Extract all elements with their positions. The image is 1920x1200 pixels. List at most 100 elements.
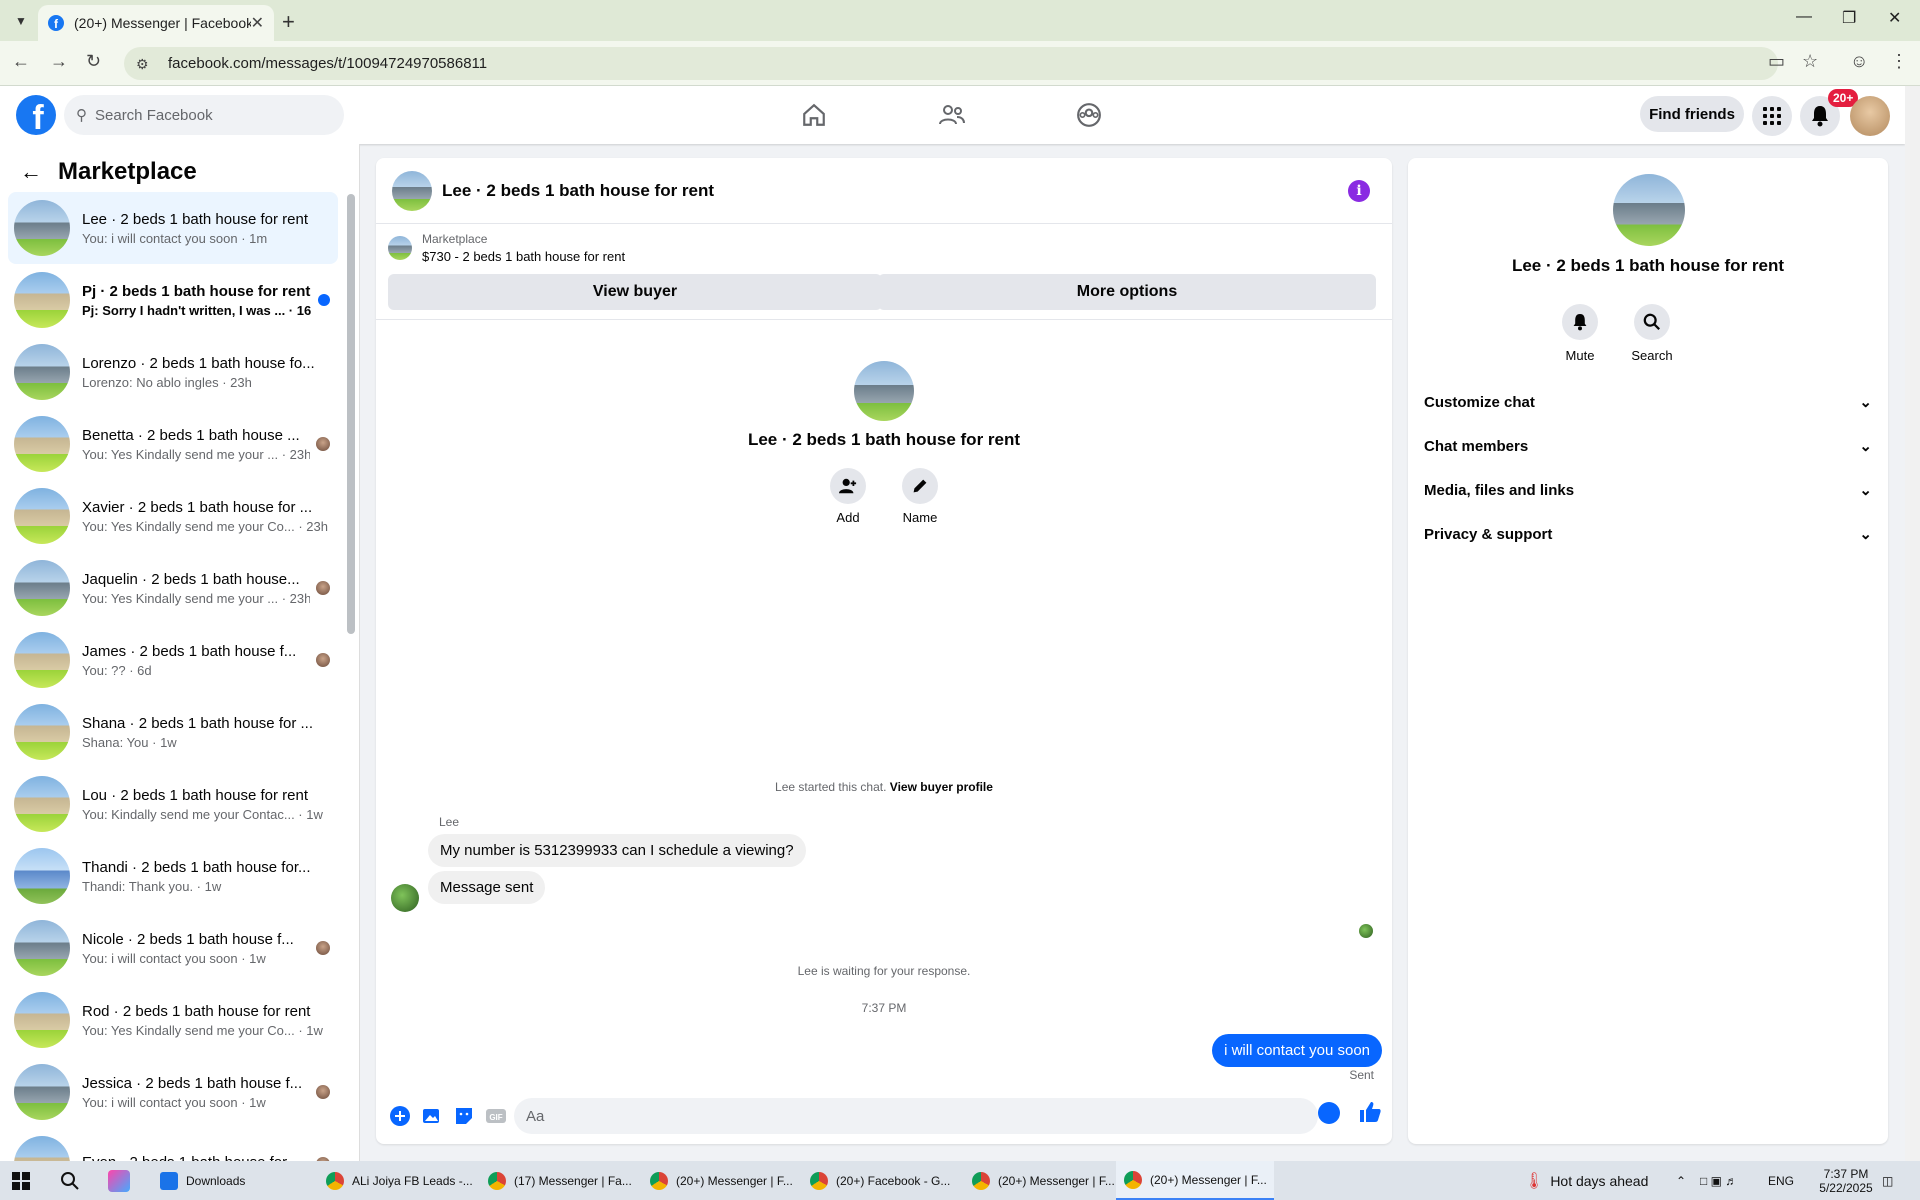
chat-members-section[interactable]: Chat members ⌄ <box>1424 424 1872 468</box>
svg-text:GIF: GIF <box>489 1113 502 1122</box>
menu-grid-icon[interactable] <box>1752 96 1792 136</box>
conversation-name: James · 2 beds 1 bath house f... <box>82 642 297 660</box>
minimize-button[interactable]: — <box>1796 8 1812 26</box>
conversation-item[interactable]: Benetta · 2 beds 1 bath house ... You: Ye… <box>8 408 338 480</box>
clock[interactable]: 7:37 PM 5/22/2025 <box>1806 1161 1886 1200</box>
install-app-icon[interactable]: ▭ <box>1768 51 1785 72</box>
conversation-thumbnail <box>14 560 70 616</box>
taskbar-chrome-window[interactable]: (17) Messenger | Fa... <box>480 1161 638 1200</box>
incoming-message[interactable]: My number is 5312399933 can I schedule a… <box>428 834 806 867</box>
conversation-item[interactable]: Lou · 2 beds 1 bath house for rent You: K… <box>8 768 338 840</box>
chat-avatar[interactable] <box>392 170 432 211</box>
account-avatar[interactable] <box>1850 96 1890 136</box>
conversation-item[interactable]: Jaquelin · 2 beds 1 bath house... You: Ye… <box>8 552 338 624</box>
conversation-item[interactable]: Xavier · 2 beds 1 bath house for ... You:… <box>8 480 338 552</box>
thumbs-up-icon[interactable] <box>1358 1100 1382 1129</box>
conversation-name: Pj · 2 beds 1 bath house for rent <box>82 282 311 300</box>
clock-time: 7:37 PM <box>1823 1166 1869 1181</box>
browser-menu-icon[interactable]: ⋮ <box>1890 51 1908 72</box>
search-facebook-input[interactable]: ⚲ Search Facebook <box>64 95 344 135</box>
find-friends-button[interactable]: Find friends <box>1640 96 1744 132</box>
reload-icon[interactable]: ↻ <box>86 51 101 72</box>
tray-icons[interactable]: □ ▣ ♬ <box>1700 1161 1737 1200</box>
page-scrollbar[interactable] <box>1905 86 1920 1161</box>
outgoing-message[interactable]: i will contact you soon <box>1212 1034 1382 1067</box>
taskbar-chrome-window[interactable]: (20+) Messenger | F... <box>964 1161 1122 1200</box>
sender-name: Lee <box>439 815 460 829</box>
sidebar-scrollbar[interactable] <box>347 194 355 634</box>
taskbar-chrome-window[interactable]: ALi Joiya FB Leads -... <box>318 1161 476 1200</box>
incoming-message[interactable]: Message sent <box>428 871 546 904</box>
mute-button[interactable]: Mute <box>1550 304 1610 363</box>
home-nav-icon[interactable] <box>794 98 834 132</box>
language-indicator[interactable]: ENG <box>1768 1161 1794 1200</box>
gif-icon[interactable]: GIF <box>482 1102 510 1130</box>
active-browser-tab[interactable]: f (20+) Messenger | Facebook ✕ <box>38 5 274 41</box>
name-button[interactable]: Name <box>890 468 950 525</box>
conversation-item[interactable]: Lee · 2 beds 1 bath house for rent You: i… <box>8 192 338 264</box>
plus-circle-icon[interactable] <box>386 1102 414 1130</box>
site-info-icon[interactable]: ⚙ <box>136 56 152 72</box>
message-input[interactable]: Aa <box>514 1098 1318 1134</box>
close-window-button[interactable]: ✕ <box>1888 8 1901 28</box>
address-bar[interactable]: ⚙ facebook.com/messages/t/10094724970586… <box>124 47 1778 80</box>
conversation-snippet: Lorenzo: No ablo ingles · 23h <box>82 374 252 390</box>
profile-icon[interactable]: ☺ <box>1850 51 1868 72</box>
message-input-placeholder: Aa <box>526 1107 545 1125</box>
search-icon: ⚲ <box>76 107 87 124</box>
conversation-item[interactable]: Nicole · 2 beds 1 bath house f... You: i … <box>8 912 338 984</box>
friends-nav-icon[interactable] <box>932 98 972 132</box>
taskbar-app-icon[interactable] <box>108 1161 130 1200</box>
view-buyer-profile-link[interactable]: View buyer profile <box>890 780 993 794</box>
groups-nav-icon[interactable] <box>1069 98 1109 132</box>
view-buyer-button[interactable]: View buyer <box>388 274 882 310</box>
media-files-links-section[interactable]: Media, files and links ⌄ <box>1424 468 1872 512</box>
restore-button[interactable]: ❐ <box>1842 8 1856 28</box>
windows-start-icon[interactable] <box>12 1161 30 1200</box>
conversation-thumbnail <box>14 920 70 976</box>
conversation-thumbnail <box>14 272 70 328</box>
back-arrow-icon[interactable]: ← <box>12 51 30 72</box>
sticker-icon[interactable] <box>450 1102 478 1130</box>
conversation-item[interactable]: Lorenzo · 2 beds 1 bath house fo... Loren… <box>8 336 338 408</box>
conversation-item[interactable]: Thandi · 2 beds 1 bath house for... Thand… <box>8 840 338 912</box>
taskbar-chrome-window[interactable]: (20+) Facebook - G... <box>802 1161 960 1200</box>
weather-widget[interactable]: 🌡 Hot days ahead <box>1524 1161 1648 1200</box>
conversation-item[interactable]: Rod · 2 beds 1 bath house for rent You: Y… <box>8 984 338 1056</box>
add-button[interactable]: Add <box>818 468 878 525</box>
conversation-item[interactable]: Shana · 2 beds 1 bath house for ... Shana… <box>8 696 338 768</box>
customize-chat-section[interactable]: Customize chat ⌄ <box>1424 380 1872 424</box>
emoji-icon[interactable] <box>1318 1102 1340 1124</box>
more-options-button[interactable]: More options <box>878 274 1376 310</box>
conversation-item[interactable]: Pj · 2 beds 1 bath house for rent Pj: Sor… <box>8 264 338 336</box>
forward-arrow-icon[interactable]: → <box>50 51 68 72</box>
privacy-support-section[interactable]: Privacy & support ⌄ <box>1424 512 1872 556</box>
conversation-item[interactable]: James · 2 beds 1 bath house f... You: ?? … <box>8 624 338 696</box>
bookmark-star-icon[interactable]: ☆ <box>1802 51 1818 72</box>
taskbar-chrome-window[interactable]: (20+) Messenger | F... <box>642 1161 800 1200</box>
listing-summary[interactable]: Marketplace $730 - 2 beds 1 bath house f… <box>388 232 625 264</box>
intro-avatar <box>854 361 914 421</box>
taskbar-chrome-window[interactable]: (20+) Messenger | F... <box>1116 1161 1274 1200</box>
conversation-item[interactable]: Evon · 2 beds 1 bath house for... <box>8 1128 338 1161</box>
listing-thumbnail <box>388 236 412 260</box>
search-chat-button[interactable]: Search <box>1622 304 1682 363</box>
seen-avatar <box>316 581 330 595</box>
back-arrow-icon[interactable]: ← <box>20 159 42 185</box>
close-tab-icon[interactable]: ✕ <box>251 13 264 33</box>
chrome-icon <box>488 1171 506 1190</box>
info-icon[interactable]: i <box>1348 180 1370 202</box>
taskbar-item-label: (20+) Messenger | F... <box>1150 1172 1267 1187</box>
facebook-logo-icon[interactable]: f <box>16 95 56 135</box>
browser-nav-bar: ← → ↻ ⚙ facebook.com/messages/t/10094724… <box>0 41 1920 86</box>
tab-search-dropdown[interactable]: ▼ <box>8 8 34 34</box>
new-tab-button[interactable]: + <box>282 9 295 35</box>
search-icon[interactable] <box>60 1161 80 1200</box>
chevron-up-icon[interactable]: ⌃ <box>1676 1161 1686 1200</box>
conversation-item[interactable]: Jessica · 2 beds 1 bath house f... You: i… <box>8 1056 338 1128</box>
notification-center-icon[interactable]: ◫ <box>1882 1161 1893 1200</box>
photo-icon[interactable] <box>418 1102 446 1130</box>
taskbar-downloads[interactable]: Downloads <box>152 1161 310 1200</box>
sender-avatar[interactable] <box>391 884 419 912</box>
chat-title[interactable]: Lee · 2 beds 1 bath house for rent <box>442 181 714 201</box>
